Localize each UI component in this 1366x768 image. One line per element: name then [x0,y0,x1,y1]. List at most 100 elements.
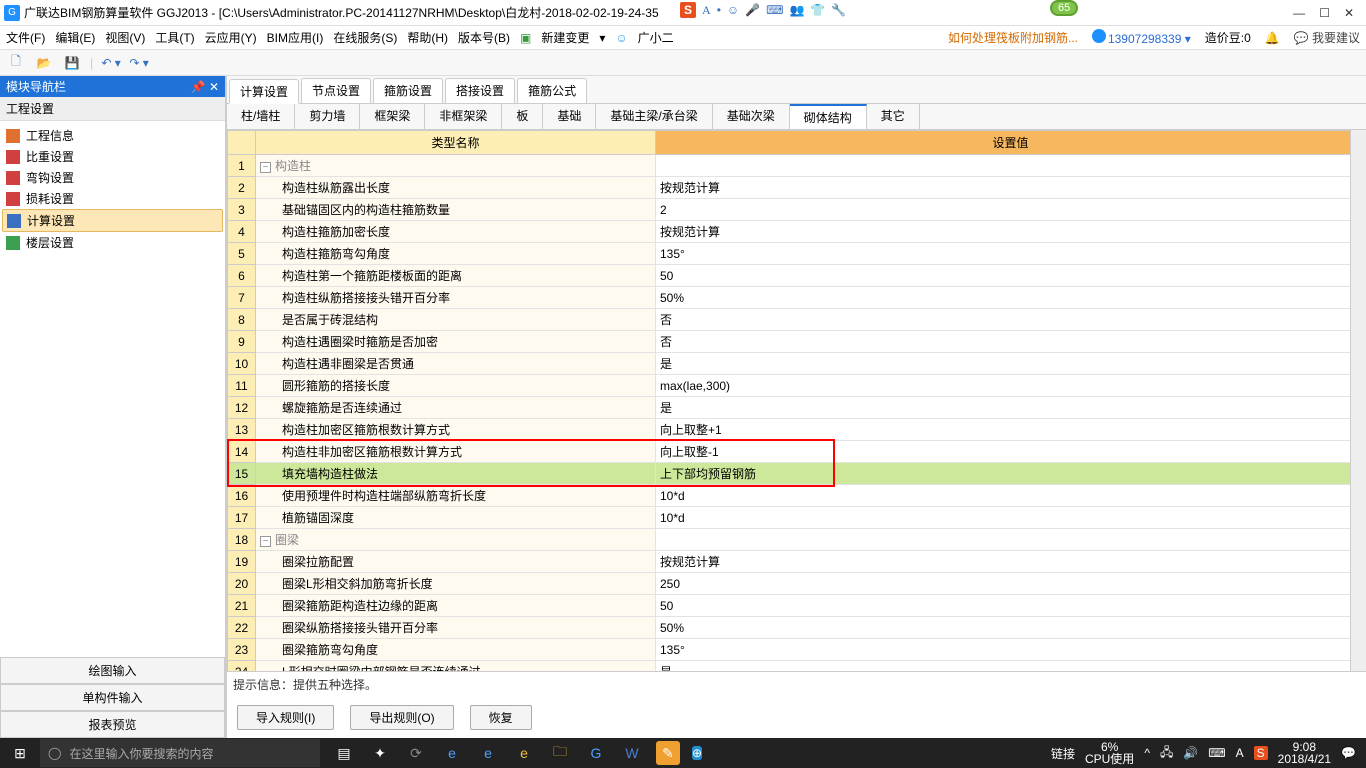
user-phone[interactable]: 13907298339 ▾ [1092,29,1191,46]
nav-item-project[interactable]: 工程信息 [2,125,223,146]
row-value[interactable]: 按规范计算 [656,551,1366,573]
tab-hoop-setting[interactable]: 箍筋设置 [373,78,443,103]
edge-icon[interactable]: e [440,741,464,765]
row-name[interactable]: −圈梁 [256,529,656,551]
row-value[interactable]: 135° [656,243,1366,265]
panel-close-icon[interactable]: ✕ [209,80,219,94]
row-value[interactable]: max(lae,300) [656,375,1366,397]
nav-item-loss[interactable]: 损耗设置 [2,188,223,209]
nav-item-weight[interactable]: 比重设置 [2,146,223,167]
row-value[interactable]: 是 [656,397,1366,419]
row-value[interactable]: 135° [656,639,1366,661]
redo-icon[interactable]: ↷ ▾ [129,53,149,73]
nav-item-calc[interactable]: 计算设置 [2,209,223,232]
taskbar-search[interactable]: ◯ 在这里输入你要搜索的内容 [40,739,320,767]
btn-draw-input[interactable]: 绘图输入 [0,657,225,684]
restore-button[interactable]: 恢复 [470,705,532,730]
new-icon[interactable]: 🗋 [6,53,26,73]
pin-icon[interactable]: 📌 [191,80,206,94]
menu-cloud[interactable]: 云应用(Y) [205,29,257,46]
app-icon-5[interactable]: ⊕ [692,746,702,760]
row-value[interactable] [656,529,1366,551]
tab-calc-setting[interactable]: 计算设置 [229,79,299,104]
tab-lap-setting[interactable]: 搭接设置 [445,78,515,103]
row-value[interactable]: 250 [656,573,1366,595]
row-value[interactable]: 50 [656,595,1366,617]
row-name[interactable]: 基础锚固区内的构造柱箍筋数量 [256,199,656,221]
ie-icon[interactable]: e [512,741,536,765]
nav-section[interactable]: 工程设置 [0,97,225,121]
row-value[interactable]: 2 [656,199,1366,221]
start-button[interactable]: ⊞ [0,745,40,762]
row-name[interactable]: L形相交时圈梁中部钢筋是否连续通过 [256,661,656,673]
clock[interactable]: 9:082018/4/21 [1278,741,1331,765]
row-name[interactable]: 构造柱纵筋搭接接头错开百分率 [256,287,656,309]
row-value[interactable]: 50% [656,617,1366,639]
row-name[interactable]: 构造柱箍筋加密长度 [256,221,656,243]
subtab-foundation-beam[interactable]: 基础主梁/承台梁 [596,104,712,129]
row-name[interactable]: 构造柱非加密区箍筋根数计算方式 [256,441,656,463]
maximize-button[interactable]: ☐ [1319,6,1330,20]
taskview-icon[interactable]: ▤ [332,741,356,765]
row-value[interactable]: 是 [656,353,1366,375]
row-name[interactable]: 是否属于砖混结构 [256,309,656,331]
subtab-foundation[interactable]: 基础 [543,104,596,129]
row-name[interactable]: −构造柱 [256,155,656,177]
row-value[interactable]: 向上取整-1 [656,441,1366,463]
row-value[interactable]: 是 [656,661,1366,673]
app-icon-2[interactable]: ⟳ [404,741,428,765]
tray-kb-icon[interactable]: ⌨ [1208,746,1225,760]
row-name[interactable]: 填充墙构造柱做法 [256,463,656,485]
subtab-framebeam[interactable]: 框架梁 [360,104,425,129]
tray-vol-icon[interactable]: 🔊 [1183,746,1198,760]
row-value[interactable]: 50% [656,287,1366,309]
row-value[interactable]: 按规范计算 [656,177,1366,199]
app-icon-4[interactable]: ✎ [656,741,680,765]
row-name[interactable]: 构造柱第一个箍筋距楼板面的距离 [256,265,656,287]
row-name[interactable]: 圈梁箍筋弯勾角度 [256,639,656,661]
subtab-shearwall[interactable]: 剪力墙 [295,104,360,129]
row-value[interactable]: 10*d [656,507,1366,529]
subtab-column[interactable]: 柱/墙柱 [227,104,295,129]
row-name[interactable]: 植筋锚固深度 [256,507,656,529]
menu-edit[interactable]: 编辑(E) [55,29,95,46]
menu-bim[interactable]: BIM应用(I) [267,29,324,46]
subtab-secondary-beam[interactable]: 基础次梁 [713,104,790,129]
menu-file[interactable]: 文件(F) [6,29,45,46]
menu-version[interactable]: 版本号(B) [458,29,510,46]
close-button[interactable]: ✕ [1344,6,1354,20]
minimize-button[interactable]: — [1293,6,1305,20]
subtab-nonframebeam[interactable]: 非框架梁 [425,104,502,129]
menu-online[interactable]: 在线服务(S) [333,29,397,46]
app-icon-3[interactable]: G [584,741,608,765]
tray-up-icon[interactable]: ^ [1144,746,1150,760]
tray-a-icon[interactable]: A [1236,746,1244,760]
row-name[interactable]: 圈梁L形相交斜加筋弯折长度 [256,573,656,595]
subtab-other[interactable]: 其它 [867,104,920,129]
row-value[interactable]: 上下部均预留钢筋 [656,463,1366,485]
row-name[interactable]: 圆形箍筋的搭接长度 [256,375,656,397]
row-value[interactable]: 50 [656,265,1366,287]
row-value[interactable]: 10*d [656,485,1366,507]
row-name[interactable]: 螺旋箍筋是否连续通过 [256,397,656,419]
tab-hoop-formula[interactable]: 箍筋公式 [517,78,587,103]
undo-icon[interactable]: ↶ ▾ [101,53,121,73]
row-name[interactable]: 构造柱箍筋弯勾角度 [256,243,656,265]
tab-node-setting[interactable]: 节点设置 [301,78,371,103]
import-rule-button[interactable]: 导入规则(I) [237,705,334,730]
tray-sogou-icon[interactable]: S [1254,746,1268,760]
open-icon[interactable]: 📂 [34,53,54,73]
row-name[interactable]: 构造柱纵筋露出长度 [256,177,656,199]
row-name[interactable]: 构造柱遇圈梁时箍筋是否加密 [256,331,656,353]
menu-tools[interactable]: 工具(T) [155,29,194,46]
nav-item-hook[interactable]: 弯钩设置 [2,167,223,188]
save-icon[interactable]: 💾 [62,53,82,73]
menu-help[interactable]: 帮助(H) [407,29,448,46]
row-name[interactable]: 构造柱遇非圈梁是否贯通 [256,353,656,375]
app-icon-1[interactable]: ✦ [368,741,392,765]
row-name[interactable]: 圈梁箍筋距构造柱边缘的距离 [256,595,656,617]
row-value[interactable]: 按规范计算 [656,221,1366,243]
row-value[interactable]: 否 [656,331,1366,353]
notification-icon[interactable]: 💬 [1341,746,1356,760]
new-change-button[interactable]: 新建变更 [541,29,589,46]
